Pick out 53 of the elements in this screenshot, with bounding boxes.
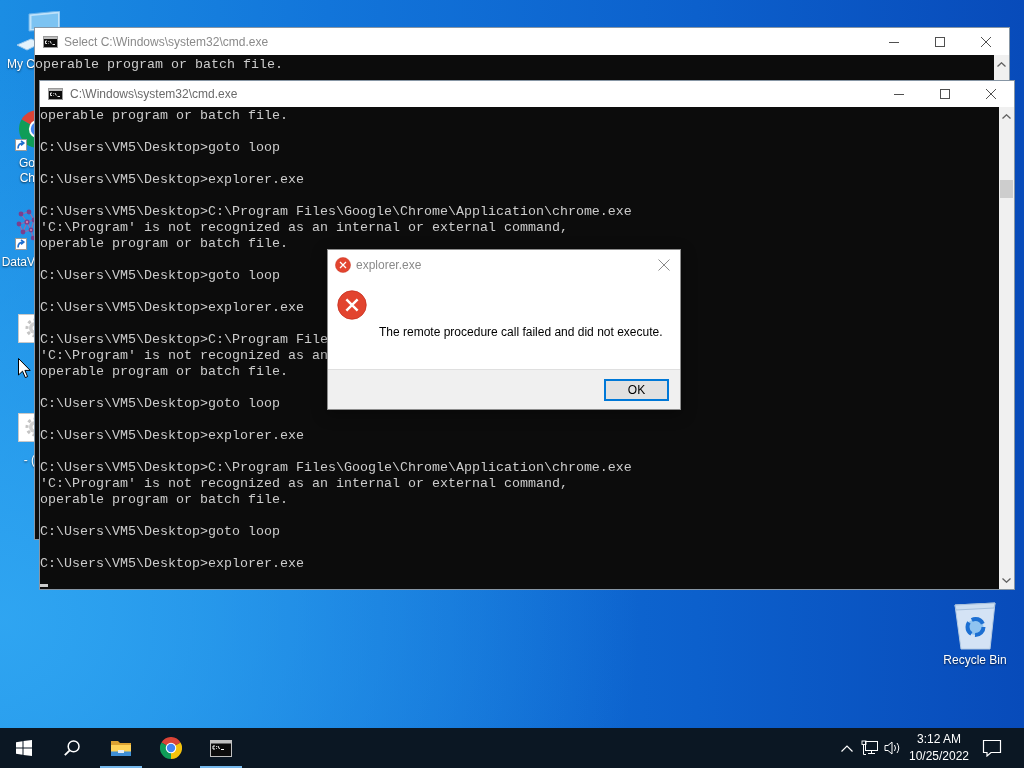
mouse-pointer-icon [18,358,31,379]
dialog-title: explorer.exe [356,257,422,272]
maximize-icon [935,36,945,47]
window-title: Select C:\Windows\system32\cmd.exe [64,34,269,49]
console-line: 'C:\Program' is not recognized as an internal or external command, [40,220,568,236]
desktop-icon-label: Recycle Bin [943,653,1007,668]
dialog-message: The remote procedure call failed and did not execute. [379,325,663,339]
console-line: C:\Users\VM5\Desktop>explorer.exe [40,428,304,444]
scrollbar-thumb[interactable] [1000,180,1013,198]
notification-icon [982,739,1002,757]
terminal-icon [210,739,232,757]
console-line: 'C:\Program' is not recognized as an [40,348,328,364]
recycle-bin-icon[interactable] [951,600,999,650]
scrollbar[interactable] [999,107,1014,589]
volume-icon [883,740,901,756]
console-line: operable program or batch file. [40,108,288,124]
network-icon [861,740,879,756]
terminal-icon [43,35,58,48]
error-icon [335,256,351,273]
console-line: operable program or batch file. [40,236,288,252]
windows-logo-icon [16,740,32,756]
console-line: C:\Users\VM5\Desktop>goto loop [40,140,280,156]
console-line: operable program or batch file. [35,57,283,73]
error-icon [337,290,367,320]
close-icon [981,36,991,47]
console-line: C:\Users\VM5\Desktop>C:\Program File [40,332,328,348]
console-line: operable program or batch file. [40,364,288,380]
close-icon [658,258,670,271]
close-icon [986,89,996,99]
console-line: operable program or batch file. [40,492,288,508]
desktop-icon-label: My C [7,57,35,72]
desktop-icon-label: Go [19,156,35,171]
clock-time[interactable]: 3:12 AM [917,731,961,748]
chevron-up-icon [841,744,853,752]
console-line: C:\Users\VM5\Desktop>C:\Program Files\Google\Chrome\Application\chrome.exe [40,460,632,476]
window-title: C:\Windows\system32\cmd.exe [70,87,238,101]
console-line: C:\Users\VM5\Desktop>explorer.exe [40,172,304,188]
ok-button[interactable]: OK [604,378,669,401]
console-line: C:\Users\VM5\Desktop>goto loop [40,268,280,284]
desktop-icon-label: Ch [19,171,35,186]
chrome-icon [160,737,182,759]
terminal-icon [48,88,63,100]
console-line: C:\Users\VM5\Desktop>C:\Program Files\Google\Chrome\Application\chrome.exe [40,204,632,220]
clock-date[interactable]: 10/25/2022 [908,748,970,765]
console-line: C:\Users\VM5\Desktop>goto loop [40,396,280,412]
search-icon [64,740,80,756]
console-line: C:\Users\VM5\Desktop>explorer.exe [40,556,304,572]
console-line: C:\Users\VM5\Desktop>explorer.exe [40,300,304,316]
desktop-icon-label: DataV [1,255,35,270]
console-line: 'C:\Program' is not recognized as an internal or external command, [40,476,568,492]
console-line: C:\Users\VM5\Desktop>goto loop [40,524,280,540]
folder-icon [110,739,132,757]
maximize-icon [940,89,950,99]
